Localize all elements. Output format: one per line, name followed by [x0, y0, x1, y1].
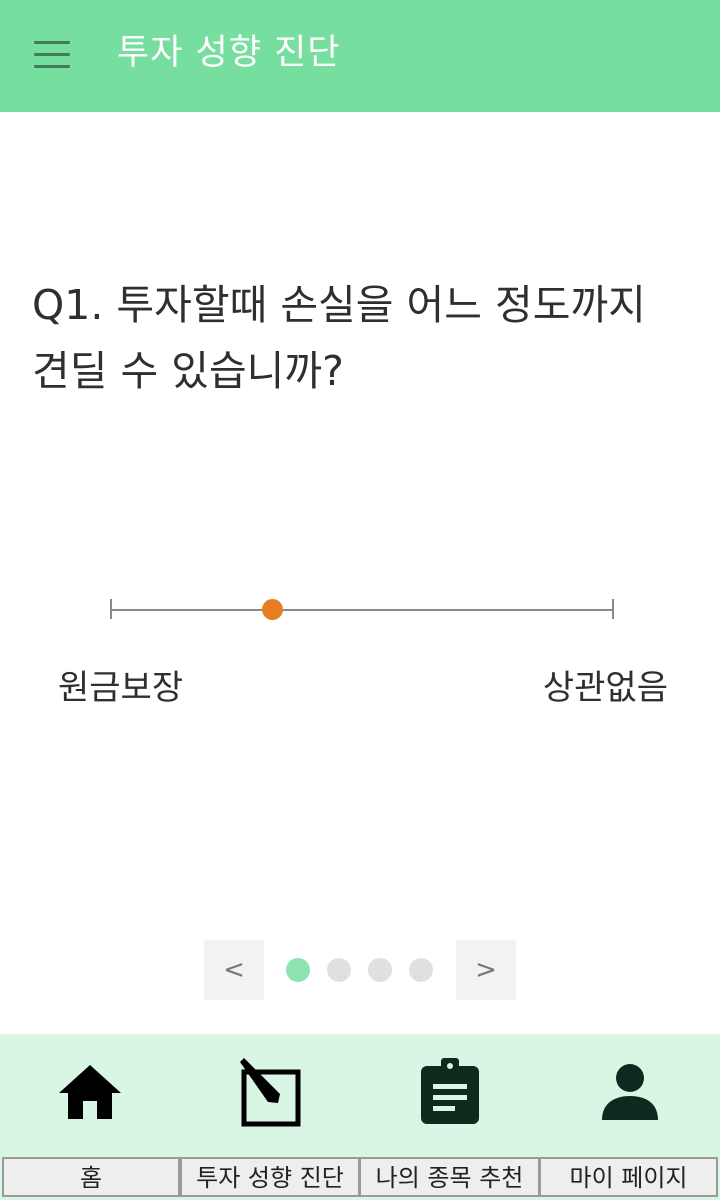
home-icon: [59, 1065, 121, 1119]
next-button[interactable]: >: [456, 940, 516, 1000]
nav-label-investment-diagnosis[interactable]: 투자 성향 진단: [180, 1157, 360, 1197]
nav-investment-diagnosis[interactable]: [180, 1034, 360, 1154]
slider-thumb[interactable]: [262, 599, 283, 620]
page-dot-2[interactable]: [327, 958, 351, 982]
slider-track[interactable]: [112, 609, 612, 611]
page-dot-3[interactable]: [368, 958, 392, 982]
edit-icon: [240, 1058, 301, 1127]
nav-label-my-recommendations[interactable]: 나의 종목 추천: [359, 1157, 540, 1197]
person-icon: [602, 1064, 658, 1120]
page-dot-4[interactable]: [409, 958, 433, 982]
nav-my-recommendations[interactable]: [360, 1034, 540, 1154]
page-dot-1[interactable]: [286, 958, 310, 982]
nav-home[interactable]: [0, 1034, 180, 1154]
question-text: Q1. 투자할때 손실을 어느 정도까지 견딜 수 있습니까?: [32, 281, 646, 395]
slider-max-label: 상관없음: [542, 668, 668, 708]
slider-min-label: 원금보장: [58, 668, 184, 708]
prev-button[interactable]: <: [204, 940, 264, 1000]
risk-slider[interactable]: [110, 590, 614, 630]
page-title: 투자 성향 진단: [117, 33, 341, 73]
page-indicator: [286, 958, 433, 982]
slider-start-tick: [110, 599, 112, 619]
nav-label-my-page[interactable]: 마이 페이지: [539, 1157, 718, 1197]
hamburger-menu-icon[interactable]: [20, 24, 84, 84]
slider-end-tick: [612, 599, 614, 619]
nav-label-home[interactable]: 홈: [2, 1157, 180, 1197]
nav-my-page[interactable]: [540, 1034, 720, 1154]
app-bar: 투자 성향 진단: [0, 0, 720, 112]
clipboard-icon: [421, 1058, 479, 1124]
